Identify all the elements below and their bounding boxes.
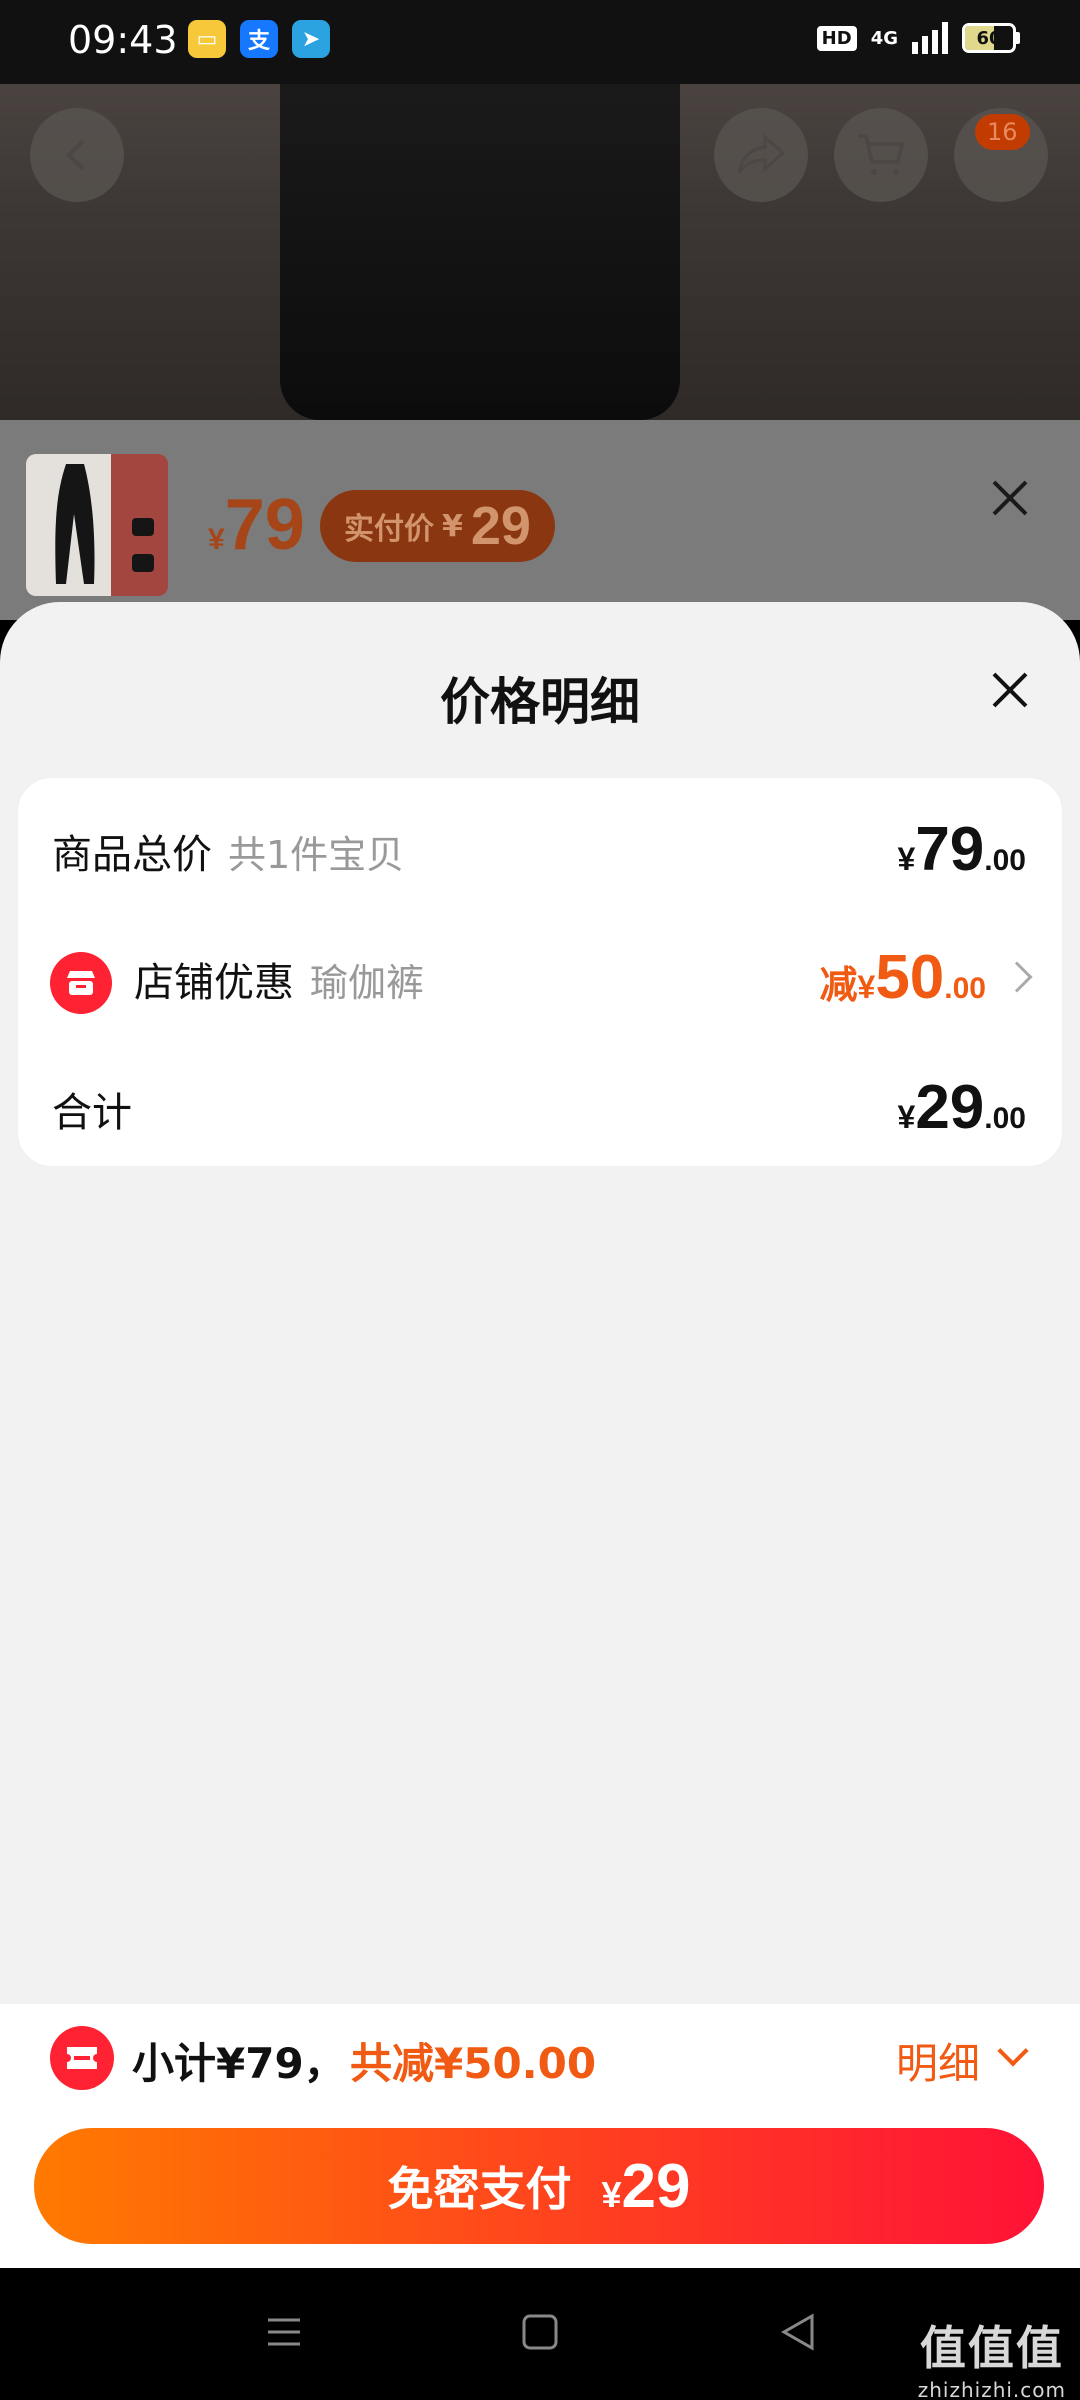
row-label: 合计: [52, 1090, 132, 1136]
row-label: 商品总价: [52, 832, 212, 878]
pay-button[interactable]: 免密支付 ¥29: [34, 2128, 1044, 2244]
close-icon[interactable]: [990, 478, 1030, 518]
battery-icon: 60: [962, 23, 1020, 53]
row-sub: 共1件宝贝: [228, 833, 405, 877]
pay-button-label: 免密支付: [387, 2162, 572, 2216]
product-image: [280, 84, 680, 420]
chevron-down-icon[interactable]: [997, 2035, 1029, 2067]
home-icon[interactable]: [520, 2312, 560, 2352]
bottom-bar: 小计¥79， 共减¥50.00 明细 免密支付 ¥29: [0, 2004, 1080, 2268]
status-indicators: HD 4G 60: [816, 22, 1020, 54]
sku-thumbnail: [26, 454, 168, 596]
cart-badge: 16: [975, 114, 1030, 150]
sku-bar: ¥79 实付价 ¥ 29: [0, 420, 1080, 620]
coupon-icon: [50, 2026, 114, 2090]
notes-app-icon: ▭: [188, 20, 226, 58]
close-icon[interactable]: [990, 670, 1030, 710]
row-label: 店铺优惠: [134, 960, 294, 1006]
actual-price-pill: 实付价 ¥ 29: [320, 490, 555, 562]
row-sub: 瑜伽裤: [310, 961, 425, 1005]
watermark: 值值值 zhizhizhi.com: [918, 2312, 1066, 2400]
watermark-logo: 值值值: [919, 2321, 1064, 2375]
row-total-price: 商品总价 共1件宝贝 ¥79.00: [18, 792, 1062, 912]
back-arrow-icon: [66, 139, 85, 171]
share-icon: [737, 133, 786, 174]
hd-icon: HD: [816, 25, 857, 51]
product-image-overlay: 16: [0, 84, 1080, 420]
menu-icon[interactable]: [264, 2312, 304, 2352]
cart-icon: [858, 134, 905, 175]
subtotal-text: 小计¥79，: [132, 2039, 346, 2088]
discount-total-text: 共减¥50.00: [350, 2039, 597, 2088]
status-time: 09:43: [68, 18, 178, 62]
price-card: 商品总价 共1件宝贝 ¥79.00 店铺优惠 瑜伽裤 减¥50.00 合计 ¥29.…: [18, 778, 1062, 1166]
pay-button-amount: ¥29: [601, 2151, 691, 2221]
actual-price-label: 实付价: [344, 512, 434, 547]
sheet-title: 价格明细: [440, 673, 640, 731]
watermark-url: zhizhizhi.com: [917, 2378, 1066, 2400]
row-amount: ¥79.00: [897, 815, 1026, 884]
back-triangle-icon[interactable]: [778, 2312, 818, 2352]
chevron-right-icon: [1001, 961, 1033, 993]
detail-toggle[interactable]: 明细: [896, 2030, 980, 2091]
signal-icon: [912, 22, 948, 54]
cart-button[interactable]: [834, 108, 928, 202]
telegram-app-icon: ➤: [292, 20, 330, 58]
row-shop-discount[interactable]: 店铺优惠 瑜伽裤 减¥50.00: [18, 920, 1062, 1040]
share-button[interactable]: [714, 108, 808, 202]
alipay-app-icon: 支: [240, 20, 278, 58]
row-sum: 合计 ¥29.00: [18, 1050, 1062, 1170]
actual-price-value: 29: [470, 496, 531, 556]
row-amount: ¥29.00: [897, 1073, 1026, 1142]
back-button[interactable]: [30, 108, 124, 202]
network-type: 4G: [870, 27, 898, 49]
battery-level: 60: [976, 27, 1002, 49]
sku-price: ¥79: [208, 485, 305, 565]
row-amount: 减¥50.00: [819, 943, 987, 1012]
status-bar: 09:43 ▭ 支 ➤ HD 4G 60: [0, 0, 1080, 84]
shop-icon: [50, 952, 112, 1014]
